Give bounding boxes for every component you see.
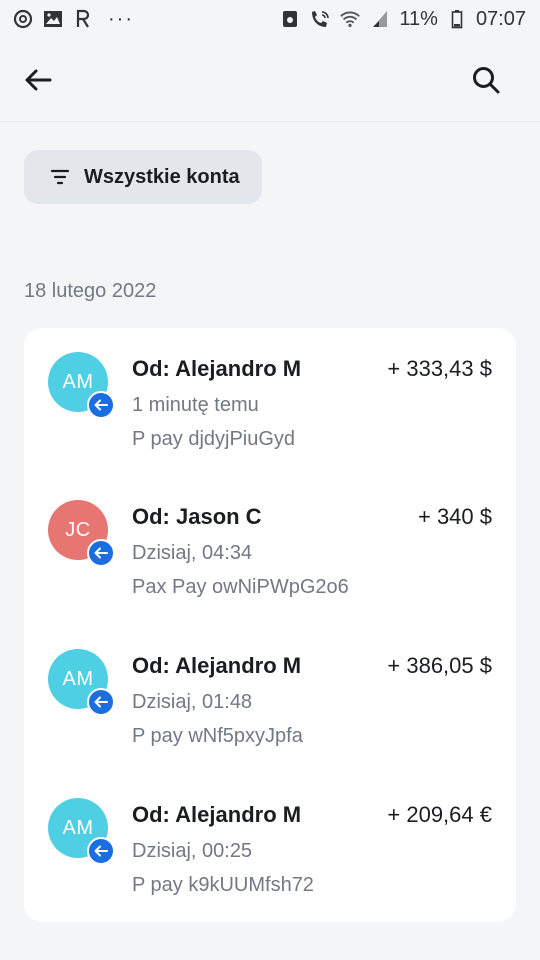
transaction-reference: Pax Pay owNiPWpG2o6 [132, 576, 349, 598]
app-bar [0, 38, 540, 122]
status-bar: ··· 11% 07:07 [0, 0, 540, 38]
transaction-item[interactable]: AM Od: Alejandro M + 209,64 € Dzisiaj, 0… [24, 774, 516, 922]
transaction-amount: + 386,05 $ [387, 653, 492, 678]
incoming-badge [87, 837, 115, 865]
back-button[interactable] [18, 60, 58, 100]
arrow-left-icon [25, 69, 52, 91]
arrow-left-icon [94, 845, 108, 857]
date-group-header: 18 lutego 2022 [24, 280, 157, 302]
cast-icon [279, 8, 301, 30]
filter-label: Wszystkie konta [84, 165, 240, 188]
app-icon [12, 8, 34, 30]
wifi-call-icon [309, 8, 331, 30]
transaction-reference: P pay k9kUUMfsh72 [132, 874, 314, 896]
search-button[interactable] [466, 60, 506, 100]
transaction-time: Dzisiaj, 01:48 [132, 691, 253, 713]
transactions-card: AM Od: Alejandro M + 333,43 $ 1 minutę t… [24, 328, 516, 922]
arrow-left-icon [94, 547, 108, 559]
wifi-icon [339, 8, 361, 30]
status-time: 07:07 [475, 7, 526, 30]
search-icon [473, 67, 500, 94]
transaction-amount: + 333,43 $ [387, 356, 492, 381]
incoming-badge [87, 391, 115, 419]
arrow-left-icon [94, 696, 108, 708]
arrow-left-icon [94, 399, 108, 411]
signal-icon [369, 8, 391, 30]
transaction-sender: Od: Jason C [132, 504, 262, 529]
transaction-reference: P pay wNf5pxyJpfa [132, 725, 303, 747]
r-icon [72, 8, 94, 30]
transaction-item[interactable]: JC Od: Jason C + 340 $ Dzisiaj, 04:34 Pa… [24, 476, 516, 624]
transaction-item[interactable]: AM Od: Alejandro M + 333,43 $ 1 minutę t… [24, 328, 516, 476]
incoming-badge [87, 688, 115, 716]
battery-icon [446, 8, 468, 30]
battery-percent: 11% [399, 7, 438, 30]
transaction-amount: + 340 $ [417, 504, 492, 529]
transaction-item[interactable]: AM Od: Alejandro M + 386,05 $ Dzisiaj, 0… [24, 625, 516, 773]
image-icon [42, 8, 64, 30]
transaction-reference: P pay djdyjPiuGyd [132, 428, 296, 450]
transaction-sender: Od: Alejandro M [132, 356, 302, 381]
transaction-time: Dzisiaj, 04:34 [132, 542, 253, 564]
filter-icon [50, 169, 70, 185]
transaction-sender: Od: Alejandro M [132, 802, 302, 827]
status-bar-right: 11% 07:07 [279, 8, 526, 31]
accounts-filter-button[interactable]: Wszystkie konta [24, 150, 262, 204]
transaction-time: Dzisiaj, 00:25 [132, 840, 253, 862]
more-dots-icon: ··· [108, 7, 134, 30]
transaction-amount: + 209,64 € [387, 802, 492, 827]
status-bar-left: ··· [12, 8, 134, 31]
transaction-sender: Od: Alejandro M [132, 653, 302, 678]
incoming-badge [87, 539, 115, 567]
transaction-time: 1 minutę temu [132, 394, 259, 416]
